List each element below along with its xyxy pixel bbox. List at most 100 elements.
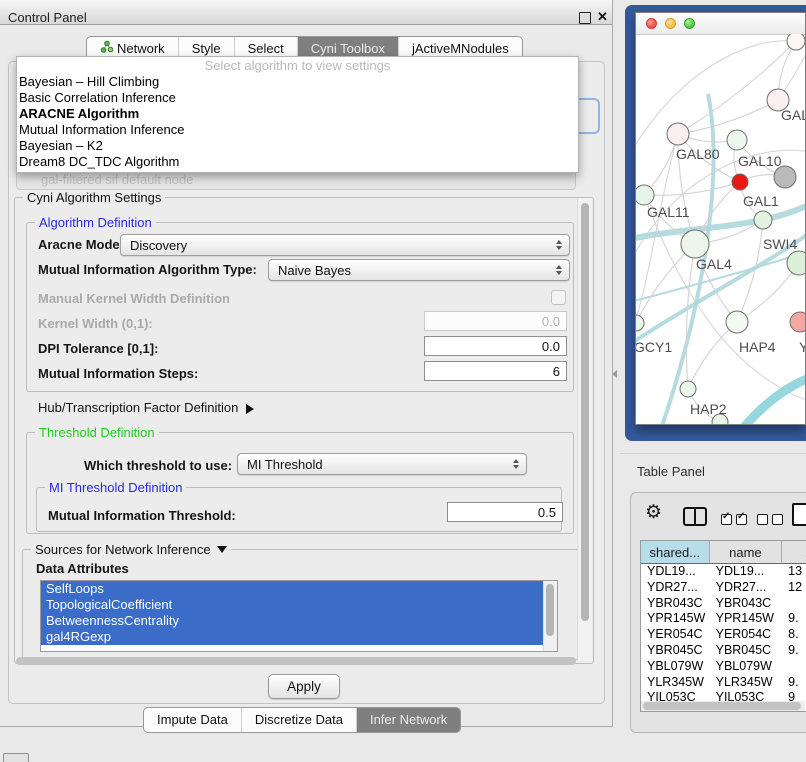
aracne-mode-label: Aracne Mode: bbox=[38, 237, 124, 252]
collapsed-arrow-icon bbox=[246, 404, 254, 414]
network-node-gal11[interactable] bbox=[636, 185, 654, 205]
network-node-swi4[interactable] bbox=[787, 251, 805, 275]
node-label: GAL4 bbox=[696, 256, 732, 272]
network-window-titlebar[interactable] bbox=[636, 13, 805, 35]
table-cell: YDR27... bbox=[710, 580, 783, 596]
network-node-hap4[interactable] bbox=[726, 311, 748, 333]
mi-type-select[interactable]: Naive Bayes bbox=[268, 259, 570, 281]
tab-infer-network[interactable]: Infer Network bbox=[356, 708, 460, 732]
which-threshold-select[interactable]: MI Threshold bbox=[237, 453, 527, 475]
splitter-collapse-icon[interactable] bbox=[612, 370, 617, 378]
table-cell: YDL19... bbox=[641, 564, 710, 580]
network-node-gal1[interactable] bbox=[754, 211, 772, 229]
algorithm-option[interactable]: Mutual Information Inference bbox=[17, 122, 578, 138]
sources-toggle[interactable]: Sources for Network Inference bbox=[31, 542, 231, 557]
data-attributes-label: Data Attributes bbox=[36, 561, 129, 576]
attribute-item[interactable]: gal4RGexp bbox=[41, 629, 557, 645]
gear-icon[interactable]: ⚙ bbox=[645, 503, 662, 522]
table-cell: 12 bbox=[782, 580, 806, 596]
network-node[interactable] bbox=[732, 174, 748, 190]
group-title: Algorithm Definition bbox=[35, 215, 156, 230]
algorithm-option[interactable]: Basic Correlation Inference bbox=[17, 90, 578, 106]
network-node-y[interactable] bbox=[790, 312, 805, 332]
control-panel-titlebar[interactable] bbox=[0, 0, 612, 25]
close-traffic-light[interactable] bbox=[646, 18, 657, 29]
table-row[interactable]: YDL19...YDL19...13 bbox=[641, 564, 806, 580]
column-header-a[interactable]: A bbox=[782, 541, 806, 564]
network-canvas[interactable]: GALGAL80GAL10GAL1GAL11GAL4SWI4GCY1HAP4YH… bbox=[636, 34, 805, 424]
table-cell: YBR043C bbox=[710, 596, 783, 612]
table-row[interactable]: YLR345WYLR345W9. bbox=[641, 675, 806, 691]
algorithm-option[interactable]: Dream8 DC_TDC Algorithm bbox=[17, 154, 578, 170]
table-row[interactable]: YDR27...YDR27...12 bbox=[641, 580, 806, 596]
screen: Control Panel ✕ NetworkStyleSelectCyni T… bbox=[0, 0, 806, 762]
panel-divider bbox=[620, 453, 806, 454]
table-cell: YER054C bbox=[710, 627, 783, 643]
kernel-width-label: Kernel Width (0,1): bbox=[38, 316, 153, 331]
zoom-traffic-light[interactable] bbox=[684, 18, 695, 29]
column-header-name[interactable]: name bbox=[710, 541, 783, 564]
expanded-arrow-icon bbox=[217, 546, 227, 553]
table-cell: YBR045C bbox=[710, 643, 783, 659]
tab-discretize-data[interactable]: Discretize Data bbox=[241, 708, 356, 732]
algorithm-option[interactable]: ARACNE Algorithm bbox=[17, 106, 578, 122]
network-node-gal10[interactable] bbox=[727, 130, 747, 150]
table-header: shared...nameA bbox=[641, 541, 806, 564]
aracne-mode-select[interactable]: Discovery bbox=[120, 234, 570, 256]
table-cell: 9. bbox=[782, 643, 806, 659]
network-node-gcy1[interactable] bbox=[636, 315, 644, 331]
minimize-traffic-light[interactable] bbox=[665, 18, 676, 29]
node-label: GAL10 bbox=[738, 153, 782, 169]
table-row[interactable]: YBL079WYBL079W bbox=[641, 659, 806, 675]
table-cell: YER054C bbox=[641, 627, 710, 643]
mi-steps-label: Mutual Information Steps: bbox=[38, 366, 198, 381]
table-body: YDL19...YDL19...13YDR27...YDR27...12YBR0… bbox=[641, 564, 806, 702]
table-cell: YPR145W bbox=[641, 611, 710, 627]
network-node-gal80[interactable] bbox=[667, 123, 689, 145]
apply-button[interactable]: Apply bbox=[268, 674, 340, 699]
dpi-tolerance-field[interactable]: 0.0 bbox=[424, 336, 567, 356]
node-label: GAL1 bbox=[743, 193, 779, 209]
manual-kernel-checkbox[interactable] bbox=[551, 290, 566, 305]
network-node[interactable] bbox=[787, 34, 805, 50]
node-table: shared...nameA YDL19...YDL19...13YDR27..… bbox=[640, 540, 806, 712]
node-label: SWI4 bbox=[763, 236, 797, 252]
algorithm-option[interactable]: Bayesian – K2 bbox=[17, 138, 578, 154]
settings-vertical-scrollbar[interactable] bbox=[577, 198, 592, 661]
table-row[interactable]: YER054CYER054C8. bbox=[641, 627, 806, 643]
close-icon[interactable]: ✕ bbox=[597, 9, 608, 25]
group-title: Cyni Algorithm Settings bbox=[23, 190, 165, 205]
table-horizontal-scrollbar[interactable] bbox=[641, 701, 805, 711]
hub-definition-toggle[interactable]: Hub/Transcription Factor Definition bbox=[38, 400, 254, 415]
table-row[interactable]: YBR043CYBR043C bbox=[641, 596, 806, 612]
algorithm-option[interactable]: Bayesian – Hill Climbing bbox=[17, 74, 578, 90]
table-row[interactable]: YPR145WYPR145W9. bbox=[641, 611, 806, 627]
table-cell: YPR145W bbox=[710, 611, 783, 627]
table-row[interactable]: YBR045CYBR045C9. bbox=[641, 643, 806, 659]
attribute-item[interactable]: SelfLoops bbox=[41, 581, 557, 597]
kernel-width-field[interactable]: 0.0 bbox=[424, 311, 567, 331]
split-columns-icon[interactable] bbox=[683, 507, 707, 526]
tab-label: Discretize Data bbox=[255, 708, 343, 732]
group-title: MI Threshold Definition bbox=[45, 480, 186, 495]
deselect-all-checkboxes-icon[interactable] bbox=[757, 512, 787, 530]
mi-steps-field[interactable]: 6 bbox=[424, 361, 567, 381]
node-label: HAP2 bbox=[690, 401, 727, 417]
attribute-item[interactable]: BetweennessCentrality bbox=[41, 613, 557, 629]
network-node[interactable] bbox=[774, 166, 796, 188]
tab-impute-data[interactable]: Impute Data bbox=[144, 708, 241, 732]
hub-definition-label: Hub/Transcription Factor Definition bbox=[38, 400, 238, 415]
float-window-icon[interactable] bbox=[579, 12, 591, 24]
network-node-hap2[interactable] bbox=[680, 381, 696, 397]
settings-horizontal-scrollbar[interactable] bbox=[16, 657, 576, 665]
page-icon[interactable] bbox=[792, 503, 806, 526]
select-all-checkboxes-icon[interactable] bbox=[721, 512, 751, 530]
attribute-item[interactable]: TopologicalCoefficient bbox=[41, 597, 557, 613]
manual-kernel-label: Manual Kernel Width Definition bbox=[38, 291, 230, 306]
dock-panel-icon[interactable] bbox=[3, 753, 29, 762]
mi-threshold-field[interactable]: 0.5 bbox=[447, 502, 563, 522]
network-node-gal4[interactable] bbox=[681, 230, 709, 258]
table-cell: YBR045C bbox=[641, 643, 710, 659]
list-scrollbar[interactable] bbox=[543, 581, 557, 651]
column-header-shared-[interactable]: shared... bbox=[641, 541, 710, 564]
